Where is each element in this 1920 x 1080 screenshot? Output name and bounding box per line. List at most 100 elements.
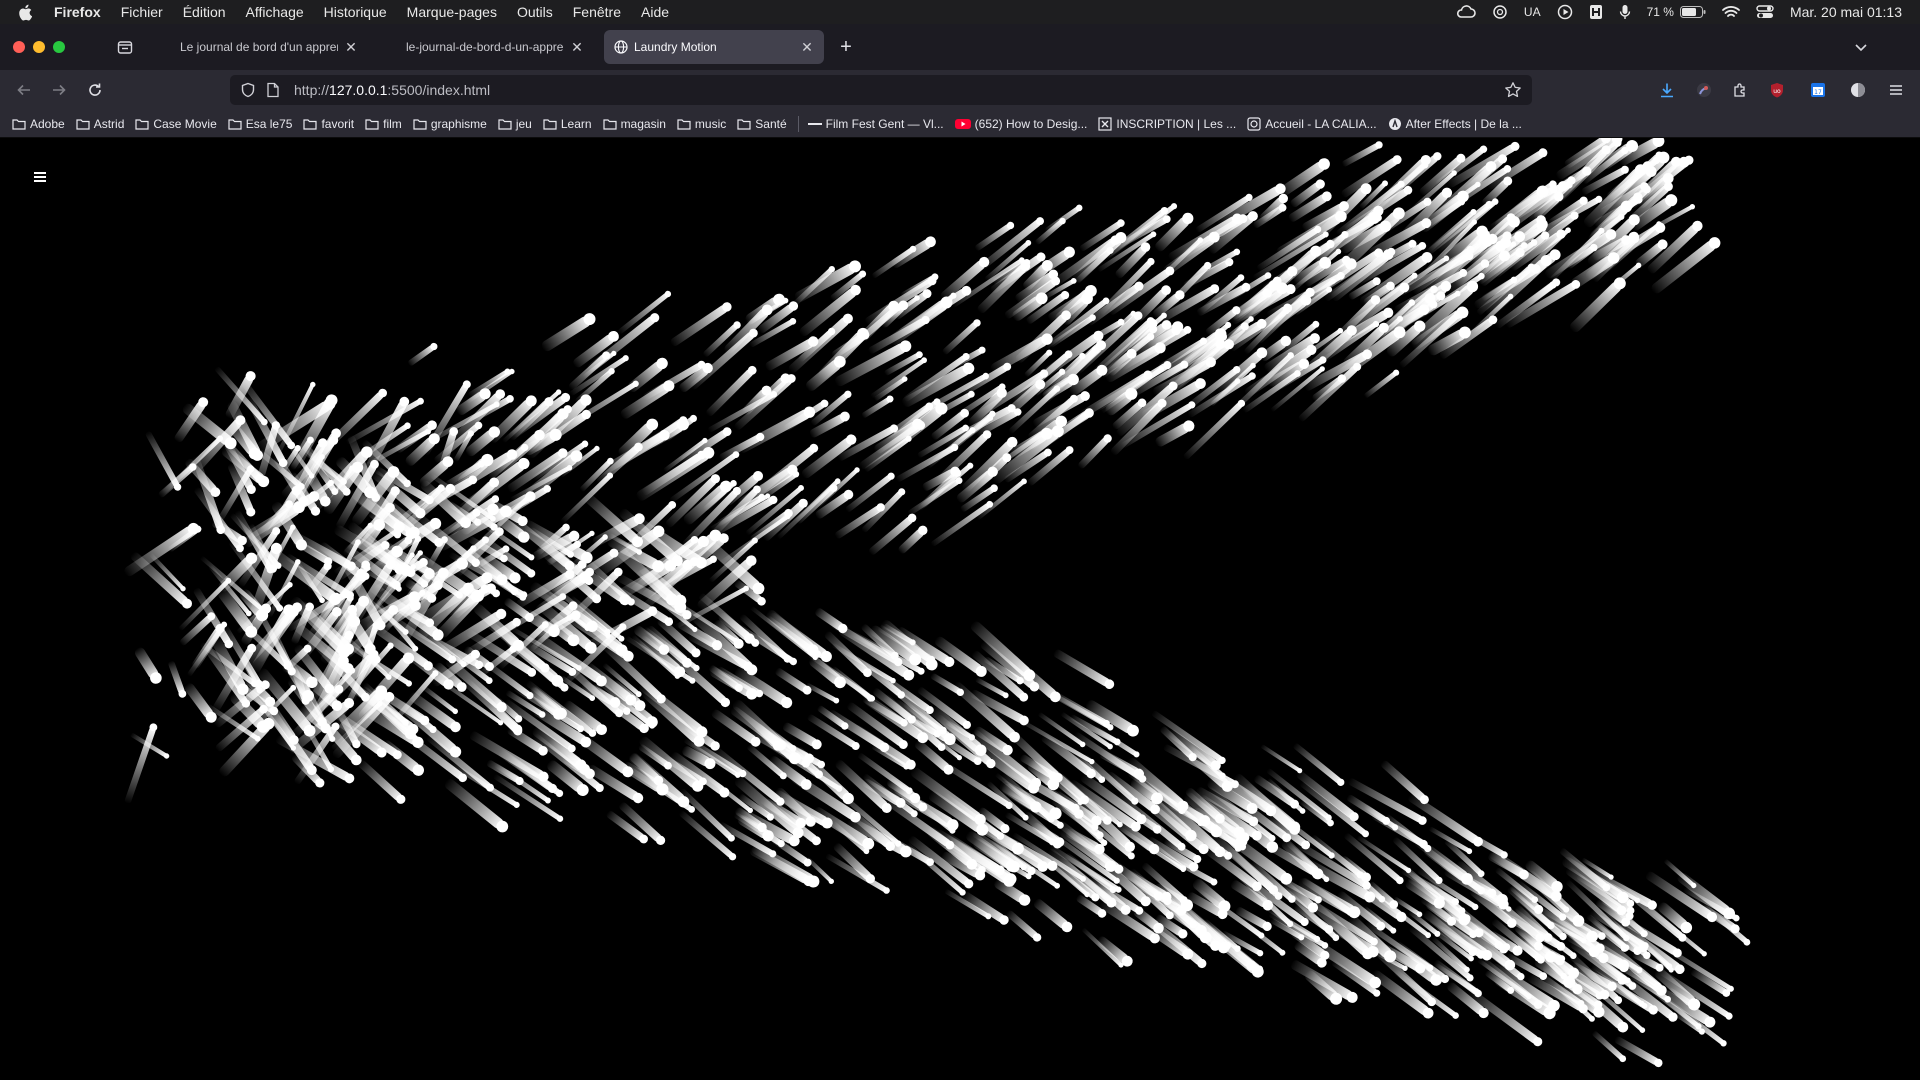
bookmark-folder-jeu[interactable]: jeu <box>498 117 532 131</box>
tab-laundry-motion[interactable]: Laundry Motion ✕ <box>604 30 824 64</box>
bookmark-inscription[interactable]: INSCRIPTION | Les ... <box>1098 117 1236 131</box>
motion-streak <box>358 760 406 804</box>
motion-streak <box>1097 936 1133 967</box>
folder-icon <box>413 118 427 130</box>
bookmark-folder-sante[interactable]: Santé <box>737 117 787 131</box>
motion-streak <box>408 342 438 366</box>
motion-streak <box>124 522 200 577</box>
input-source-indicator[interactable]: UA <box>1524 5 1541 19</box>
svg-text:uo: uo <box>1773 88 1781 95</box>
tab-journal-de-bord[interactable]: Le journal de bord d'un apprenti ✕ <box>170 30 368 64</box>
downloads-icon[interactable] <box>1657 80 1677 100</box>
firefox-view-button[interactable] <box>115 37 135 57</box>
bookmark-folder-learn[interactable]: Learn <box>543 117 592 131</box>
ublock-origin-icon[interactable]: uo <box>1767 80 1787 100</box>
folder-icon <box>365 118 379 130</box>
battery-percentage: 71 % <box>1646 5 1674 19</box>
reload-icon[interactable] <box>85 80 105 100</box>
bookmark-folder-astrid[interactable]: Astrid <box>76 117 124 131</box>
h-app-icon[interactable] <box>1589 4 1603 20</box>
folder-icon <box>677 118 691 130</box>
bookmark-label: jeu <box>515 116 532 131</box>
menu-bar-clock[interactable]: Mar. 20 mai 01:13 <box>1790 4 1902 20</box>
bookmark-youtube-how-to-design[interactable]: (652) How to Desig... <box>954 116 1088 131</box>
bookmark-folder-favorit[interactable]: favorit <box>303 117 354 131</box>
menu-historique[interactable]: Historique <box>324 4 387 20</box>
url-host: 127.0.0.1 <box>329 82 388 98</box>
address-bar[interactable]: http://127.0.0.1:5500/index.html <box>230 75 1532 105</box>
url-scheme: http:// <box>294 82 330 98</box>
bookmark-folder-adobe[interactable]: Adobe <box>12 117 65 131</box>
menu-affichage[interactable]: Affichage <box>246 4 304 20</box>
microphone-icon[interactable] <box>1619 4 1631 20</box>
bookmark-folder-film[interactable]: film <box>365 117 402 131</box>
motion-streak <box>1045 204 1083 233</box>
motion-streak <box>134 647 162 684</box>
creative-cloud-icon[interactable] <box>1456 5 1476 19</box>
bookmark-label: graphisme <box>430 116 487 131</box>
back-arrow-icon[interactable] <box>14 80 34 100</box>
motion-streak <box>184 683 217 723</box>
app-menu-hamburger-icon[interactable] <box>1886 80 1906 100</box>
tab-strip: Le journal de bord d'un apprenti ✕ le-jo… <box>0 24 1920 70</box>
bookmark-label: music <box>694 116 727 131</box>
bookmark-label: Film Fest Gent — Vl... <box>825 116 944 131</box>
extensions-puzzle-icon[interactable] <box>1730 80 1750 100</box>
motion-streak <box>775 668 812 695</box>
motion-streak <box>587 313 660 372</box>
window-zoom-button[interactable] <box>53 41 65 53</box>
account-avatar-icon[interactable] <box>1848 80 1868 100</box>
app-menu-firefox[interactable]: Firefox <box>54 4 101 20</box>
bookmark-folder-graphisme[interactable]: graphisme <box>413 117 487 131</box>
bookmark-la-calia[interactable]: Accueil - LA CALIA... <box>1247 117 1377 131</box>
menu-fichier[interactable]: Fichier <box>121 4 163 20</box>
calendar-extension-icon[interactable]: 17 <box>1808 80 1828 100</box>
bookmark-folder-music[interactable]: music <box>677 117 726 131</box>
motion-streak <box>168 660 187 698</box>
macos-menu-bar: Firefox Fichier Édition Affichage Histor… <box>0 0 1920 24</box>
window-close-button[interactable] <box>13 41 25 53</box>
battery-icon[interactable] <box>1679 6 1706 18</box>
tab-close-icon[interactable]: ✕ <box>344 39 358 56</box>
bookmark-after-effects[interactable]: After Effects | De la ... <box>1388 117 1522 131</box>
play-circle-icon[interactable] <box>1557 4 1573 20</box>
bookmark-folder-esa-le75[interactable]: Esa le75 <box>228 117 292 131</box>
bookmark-star-icon[interactable] <box>1504 81 1522 102</box>
navigation-toolbar: http://127.0.0.1:5500/index.html uo 17 <box>0 70 1920 110</box>
bookmark-folder-magasin[interactable]: magasin <box>602 117 666 131</box>
extension-avatar-icon[interactable] <box>1694 80 1714 100</box>
bookmark-film-fest-gent[interactable]: Film Fest Gent — Vl... <box>807 116 944 131</box>
bookmark-label: (652) How to Desig... <box>974 116 1088 131</box>
menu-marque-pages[interactable]: Marque-pages <box>407 4 497 20</box>
film-fest-favicon-icon <box>807 118 822 130</box>
wifi-icon[interactable] <box>1722 5 1740 19</box>
motion-streak <box>1592 1031 1627 1063</box>
list-all-tabs-chevron-icon[interactable] <box>1852 38 1870 56</box>
url-text[interactable]: http://127.0.0.1:5500/index.html <box>294 82 490 98</box>
window-minimize-button[interactable] <box>33 41 45 53</box>
bookmark-folder-case-movie[interactable]: Case Movie <box>135 117 217 131</box>
folder-icon <box>543 118 557 130</box>
page-menu-hamburger-icon[interactable] <box>34 172 46 182</box>
bookmark-label: Learn <box>560 116 592 131</box>
menu-bar-status-area: UA 71 % Mar. 20 mai 01:13 <box>1456 0 1902 24</box>
menu-aide[interactable]: Aide <box>641 4 669 20</box>
menu-outils[interactable]: Outils <box>517 4 553 20</box>
folder-icon <box>135 118 149 130</box>
apple-menu-icon[interactable] <box>18 4 40 21</box>
tracking-protection-shield-icon[interactable] <box>240 82 256 98</box>
new-tab-plus-icon[interactable]: + <box>836 37 856 57</box>
tab-close-icon[interactable]: ✕ <box>570 39 584 56</box>
tab-journal-de-bord-slug[interactable]: le-journal-de-bord-d-un-apprenti ✕ <box>396 30 594 64</box>
forward-arrow-icon[interactable] <box>49 80 69 100</box>
menu-edition[interactable]: Édition <box>183 4 226 20</box>
page-info-icon[interactable] <box>266 82 280 98</box>
control-center-icon[interactable] <box>1756 5 1774 19</box>
openai-icon[interactable] <box>1492 4 1508 20</box>
motion-streak <box>825 853 890 894</box>
tab-close-icon[interactable]: ✕ <box>800 39 814 56</box>
motion-streak <box>702 537 765 595</box>
menu-fenetre[interactable]: Fenêtre <box>573 4 621 20</box>
globe-icon <box>614 40 628 54</box>
youtube-icon <box>954 118 971 130</box>
